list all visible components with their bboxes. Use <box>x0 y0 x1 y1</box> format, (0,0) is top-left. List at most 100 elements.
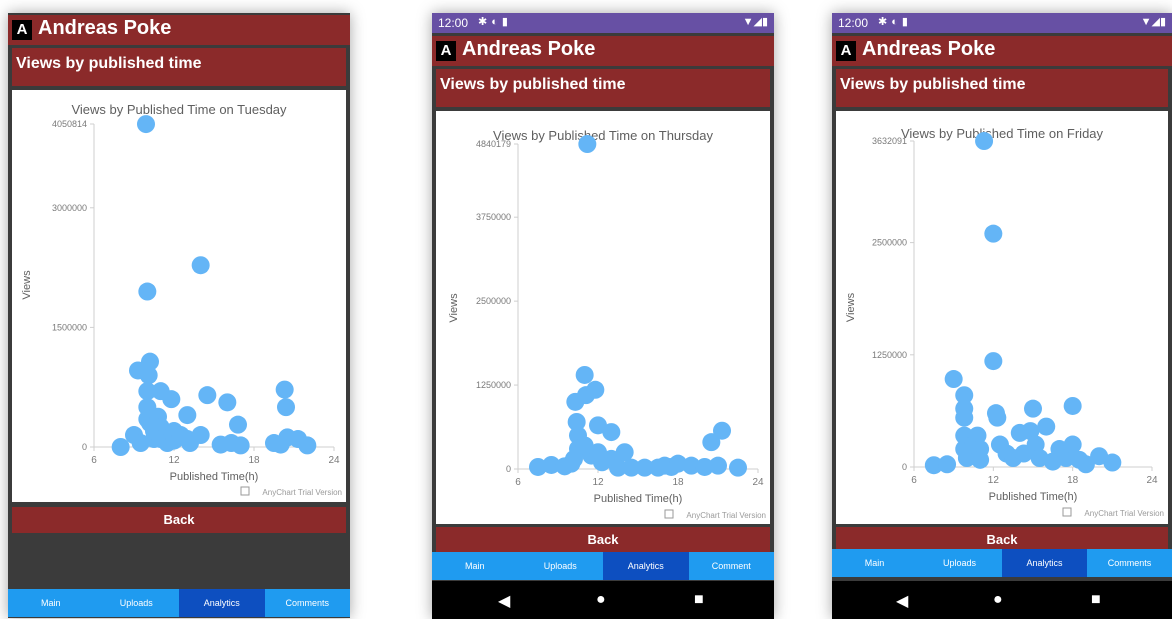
anychart-icon <box>664 509 674 519</box>
tab-main[interactable]: Main <box>832 549 917 577</box>
sd-card-icon: ▮ <box>901 16 912 28</box>
recents-nav-icon[interactable]: ■ <box>694 591 704 609</box>
back-button[interactable]: Back <box>12 507 346 533</box>
scatter-point <box>955 408 974 427</box>
app-title: Andreas Poke <box>38 17 172 39</box>
back-nav-icon[interactable]: ◀ <box>896 591 908 611</box>
app-logo-icon: A <box>836 41 856 61</box>
section-title-bar: Views by published time <box>12 48 346 86</box>
bottom-nav: Main Uploads Analytics Comments <box>832 549 1172 577</box>
tab-analytics[interactable]: Analytics <box>1002 549 1087 577</box>
scatter-point <box>178 406 197 425</box>
x-tick-label: 18 <box>248 455 260 466</box>
scatter-point <box>988 408 1007 427</box>
tab-uploads[interactable]: Uploads <box>518 552 604 580</box>
wifi-icon: ▼ <box>1140 16 1152 28</box>
x-tick-label: 12 <box>168 455 180 466</box>
y-tick-label: 4840179 <box>476 139 511 149</box>
scatter-point <box>1063 396 1082 415</box>
status-bar: 12:00 ✱◐▮ ▼◢▮ <box>432 13 774 33</box>
scatter-point <box>729 458 747 477</box>
home-nav-icon[interactable]: ● <box>596 591 606 609</box>
system-nav-bar: ◀ ● ■ <box>832 581 1172 619</box>
y-tick-label: 3632091 <box>872 136 907 146</box>
section-title-bar: Views by published time <box>436 69 770 107</box>
anychart-icon <box>240 486 250 496</box>
bottom-nav: Main Uploads Analytics Comment <box>432 552 774 580</box>
scatter-point <box>602 423 621 442</box>
y-tick-label: 1250000 <box>872 350 907 360</box>
scatter-point <box>713 421 731 440</box>
x-axis-label: Published Time(h) <box>989 491 1078 503</box>
scatter-point <box>139 366 158 385</box>
scatter-point <box>191 256 210 275</box>
wifi-icon: ▼ <box>742 16 754 28</box>
app-bar: A Andreas Poke <box>8 15 350 45</box>
signal-icon: ◢ <box>1151 16 1160 28</box>
scatter-chart: Views by Published Time on Tuesday 0 15000… <box>21 102 342 497</box>
chart-title: Views by Published Time on Tuesday <box>71 102 287 117</box>
tab-main[interactable]: Main <box>432 552 518 580</box>
scatter-point <box>975 132 994 151</box>
x-tick-label: 24 <box>328 455 340 466</box>
tab-main[interactable]: Main <box>8 589 94 617</box>
y-tick-label: 1500000 <box>52 322 87 332</box>
x-axis-label: Published Time(h) <box>594 493 683 505</box>
settings-icon: ✱ <box>478 16 492 28</box>
tab-uploads[interactable]: Uploads <box>917 549 1002 577</box>
sync-icon: ◐ <box>491 16 502 28</box>
tab-comments[interactable]: Comments <box>1087 549 1172 577</box>
scatter-point <box>275 380 294 399</box>
scatter-point <box>277 398 295 417</box>
scatter-chart: Views by Published Time on Thursday 0 1250… <box>448 128 766 520</box>
tab-uploads[interactable]: Uploads <box>94 589 180 617</box>
chart-watermark: AnyChart Trial Version <box>1084 509 1164 518</box>
y-tick-label: 1250000 <box>476 380 511 390</box>
sync-icon: ◐ <box>891 16 902 28</box>
tab-comments[interactable]: Comments <box>265 589 351 617</box>
scatter-point <box>938 455 957 474</box>
scatter-point <box>709 456 727 475</box>
chart-watermark: AnyChart Trial Version <box>262 488 342 497</box>
back-button[interactable]: Back <box>436 527 770 553</box>
y-tick-label: 0 <box>506 464 511 474</box>
x-tick-label: 6 <box>91 455 97 466</box>
scatter-point <box>575 365 594 384</box>
chart-container: Views by Published Time on Tuesday 0 15000… <box>12 90 346 502</box>
scatter-point <box>231 436 250 455</box>
recents-nav-icon[interactable]: ■ <box>1091 591 1101 609</box>
phone-screen-thursday: 12:00 ✱◐▮ ▼◢▮ A Andreas Poke Views by pu… <box>432 13 774 619</box>
app-title: Andreas Poke <box>862 38 996 60</box>
y-tick-label: 3750000 <box>476 212 511 222</box>
x-tick-label: 6 <box>515 477 521 488</box>
section-title-bar: Views by published time <box>836 69 1168 107</box>
home-nav-icon[interactable]: ● <box>993 591 1003 609</box>
app-bar: A Andreas Poke <box>832 36 1172 66</box>
scatter-point <box>578 135 597 154</box>
status-icons: ✱◐▮ <box>478 15 512 28</box>
app-title: Andreas Poke <box>462 38 596 60</box>
tab-analytics[interactable]: Analytics <box>179 589 265 617</box>
status-icons: ✱◐▮ <box>878 15 912 28</box>
tab-comments[interactable]: Comment <box>689 552 775 580</box>
scatter-point <box>984 352 1003 371</box>
y-axis-label: Views <box>21 270 33 300</box>
app-bar: A Andreas Poke <box>432 36 774 66</box>
anychart-icon <box>1062 507 1072 517</box>
scatter-point <box>944 370 963 389</box>
x-tick-label: 18 <box>1067 475 1079 486</box>
phone-screen-friday: 12:00 ✱◐▮ ▼◢▮ A Andreas Poke Views by pu… <box>832 13 1172 619</box>
x-tick-label: 12 <box>988 475 1000 486</box>
y-tick-label: 0 <box>82 442 87 452</box>
tab-analytics[interactable]: Analytics <box>603 552 689 580</box>
app-logo-icon: A <box>12 20 32 40</box>
scatter-point <box>191 426 210 445</box>
system-icons: ▼◢▮ <box>1141 15 1166 28</box>
battery-icon: ▮ <box>1159 16 1166 28</box>
scatter-point <box>111 438 130 456</box>
y-tick-label: 3000000 <box>52 203 87 213</box>
back-nav-icon[interactable]: ◀ <box>498 591 510 611</box>
x-tick-label: 12 <box>592 477 604 488</box>
bottom-nav: Main Uploads Analytics Comments <box>8 589 350 617</box>
battery-icon: ▮ <box>761 16 768 28</box>
